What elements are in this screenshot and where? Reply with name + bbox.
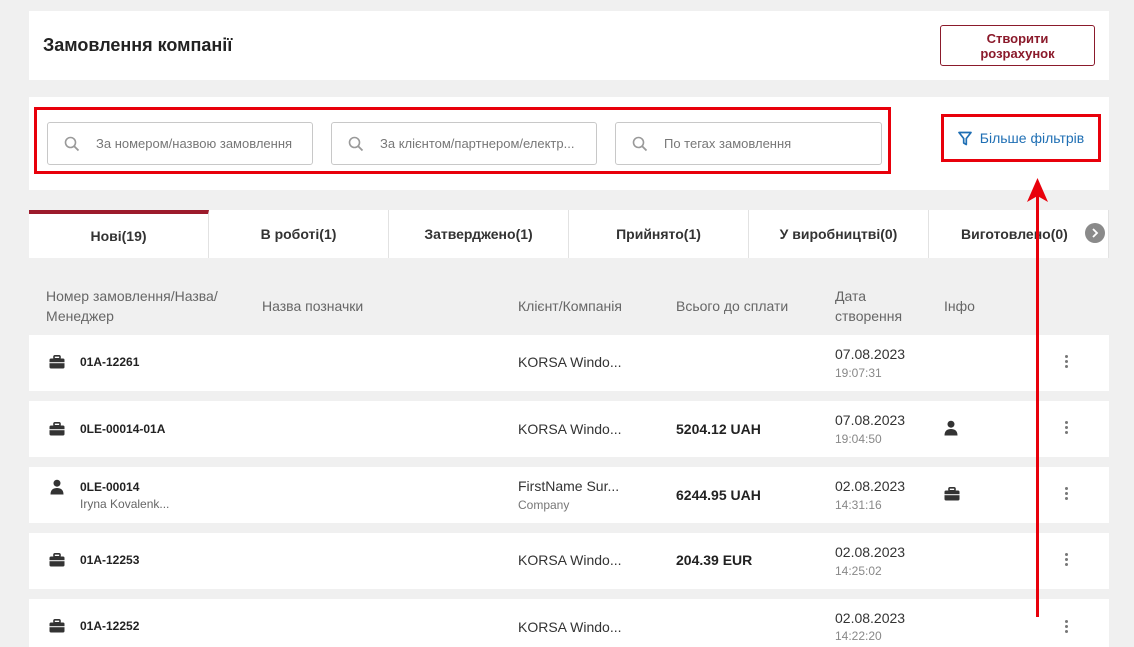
company-name: Company: [518, 498, 570, 512]
tab-count: (1): [683, 226, 701, 242]
order-time: 19:07:31: [835, 366, 882, 380]
order-date: 07.08.2023: [835, 412, 906, 428]
table-row[interactable]: 01A-12253 KORSA Windo... 204.39 EUR 02.0…: [29, 533, 1109, 589]
briefcase-icon: [49, 619, 65, 633]
tab-count: (1): [515, 226, 533, 242]
row-menu-button[interactable]: [1059, 419, 1073, 439]
order-total: 6244.95 UAH: [676, 487, 761, 503]
row-menu-button[interactable]: [1059, 618, 1073, 638]
briefcase-icon: [944, 487, 960, 501]
order-date: 02.08.2023: [835, 478, 906, 494]
table-row[interactable]: 0LE-00014 Iryna Kovalenk... FirstName Su…: [29, 467, 1109, 523]
client-name: KORSA Windo...: [518, 354, 622, 370]
client-name: KORSA Windo...: [518, 619, 622, 635]
tab-manufactured[interactable]: Виготовлено (0): [929, 210, 1109, 258]
create-calculation-button[interactable]: Створити розрахунок: [940, 25, 1095, 66]
order-time: 14:25:02: [835, 564, 882, 578]
column-header-mark[interactable]: Назва позначки: [262, 296, 363, 316]
tab-label: Нові: [90, 228, 122, 244]
tab-accepted[interactable]: Прийнято (1): [569, 210, 749, 258]
annotation-arrow-line: [1036, 196, 1039, 617]
tab-count: (0): [1050, 226, 1068, 242]
briefcase-icon: [49, 553, 65, 567]
order-number[interactable]: 0LE-00014-01A: [80, 422, 165, 436]
more-filters-label: Більше фільтрів: [979, 130, 1085, 146]
person-icon: [50, 479, 64, 495]
order-time: 14:22:20: [835, 629, 882, 643]
tab-in-production[interactable]: У виробництві (0): [749, 210, 929, 258]
order-number[interactable]: 0LE-00014: [80, 480, 139, 494]
page-title: Замовлення компанії: [43, 35, 233, 55]
person-icon: [944, 420, 958, 436]
filter-icon: [957, 131, 972, 145]
annotation-arrow-head-icon: [1027, 178, 1048, 202]
client-name: KORSA Windo...: [518, 552, 622, 568]
order-time: 19:04:50: [835, 432, 882, 446]
tab-count: (19): [121, 228, 147, 244]
tab-new[interactable]: Нові (19): [29, 210, 209, 258]
row-menu-button[interactable]: [1059, 353, 1073, 373]
order-date: 02.08.2023: [835, 610, 906, 626]
order-date: 02.08.2023: [835, 544, 906, 560]
tab-label: У виробництві: [779, 226, 881, 242]
column-header-total[interactable]: Всього до сплати: [676, 296, 788, 316]
order-total: 5204.12 UAH: [676, 421, 761, 437]
table-row[interactable]: 0LE-00014-01A KORSA Windo... 5204.12 UAH…: [29, 401, 1109, 457]
tabs-scroll-right-button[interactable]: [1085, 223, 1105, 243]
column-header-client[interactable]: Клієнт/Компанія: [518, 296, 622, 316]
table-row[interactable]: 01A-12252 KORSA Windo... 02.08.2023 14:2…: [29, 599, 1109, 647]
tab-approved[interactable]: Затверджено (1): [389, 210, 569, 258]
manager-name: Iryna Kovalenk...: [80, 497, 170, 511]
chevron-right-icon: [1092, 228, 1099, 238]
search-highlight-box: [34, 107, 891, 174]
row-menu-button[interactable]: [1059, 485, 1073, 505]
client-name: FirstName Sur...: [518, 478, 620, 494]
order-total: 204.39 EUR: [676, 552, 753, 568]
client-name: KORSA Windo...: [518, 421, 622, 437]
row-menu-button[interactable]: [1059, 551, 1073, 571]
header-card: Замовлення компанії Створити розрахунок: [29, 11, 1109, 80]
tab-count: (1): [319, 226, 337, 242]
order-number[interactable]: 01A-12261: [80, 355, 139, 369]
briefcase-icon: [49, 355, 65, 369]
tab-label: Затверджено: [424, 226, 516, 242]
tab-label: Прийнято: [616, 226, 684, 242]
order-date: 07.08.2023: [835, 346, 906, 362]
column-header-info[interactable]: Інфо: [944, 296, 975, 316]
search-card: За номером/назвою замовлення За клієнтом…: [29, 97, 1109, 190]
column-header-date[interactable]: Дата створення: [835, 286, 915, 326]
column-header-order[interactable]: Номер замовлення/Назва/ Менеджер: [46, 286, 246, 326]
more-filters-button[interactable]: Більше фільтрів: [941, 114, 1101, 162]
tab-in-progress[interactable]: В роботі (1): [209, 210, 389, 258]
tab-count: (0): [880, 226, 898, 242]
order-number[interactable]: 01A-12253: [80, 553, 139, 567]
briefcase-icon: [49, 422, 65, 436]
table-row[interactable]: 01A-12261 KORSA Windo... 07.08.2023 19:0…: [29, 335, 1109, 391]
order-number[interactable]: 01A-12252: [80, 619, 139, 633]
order-time: 14:31:16: [835, 498, 882, 512]
tab-label: В роботі: [260, 226, 320, 242]
